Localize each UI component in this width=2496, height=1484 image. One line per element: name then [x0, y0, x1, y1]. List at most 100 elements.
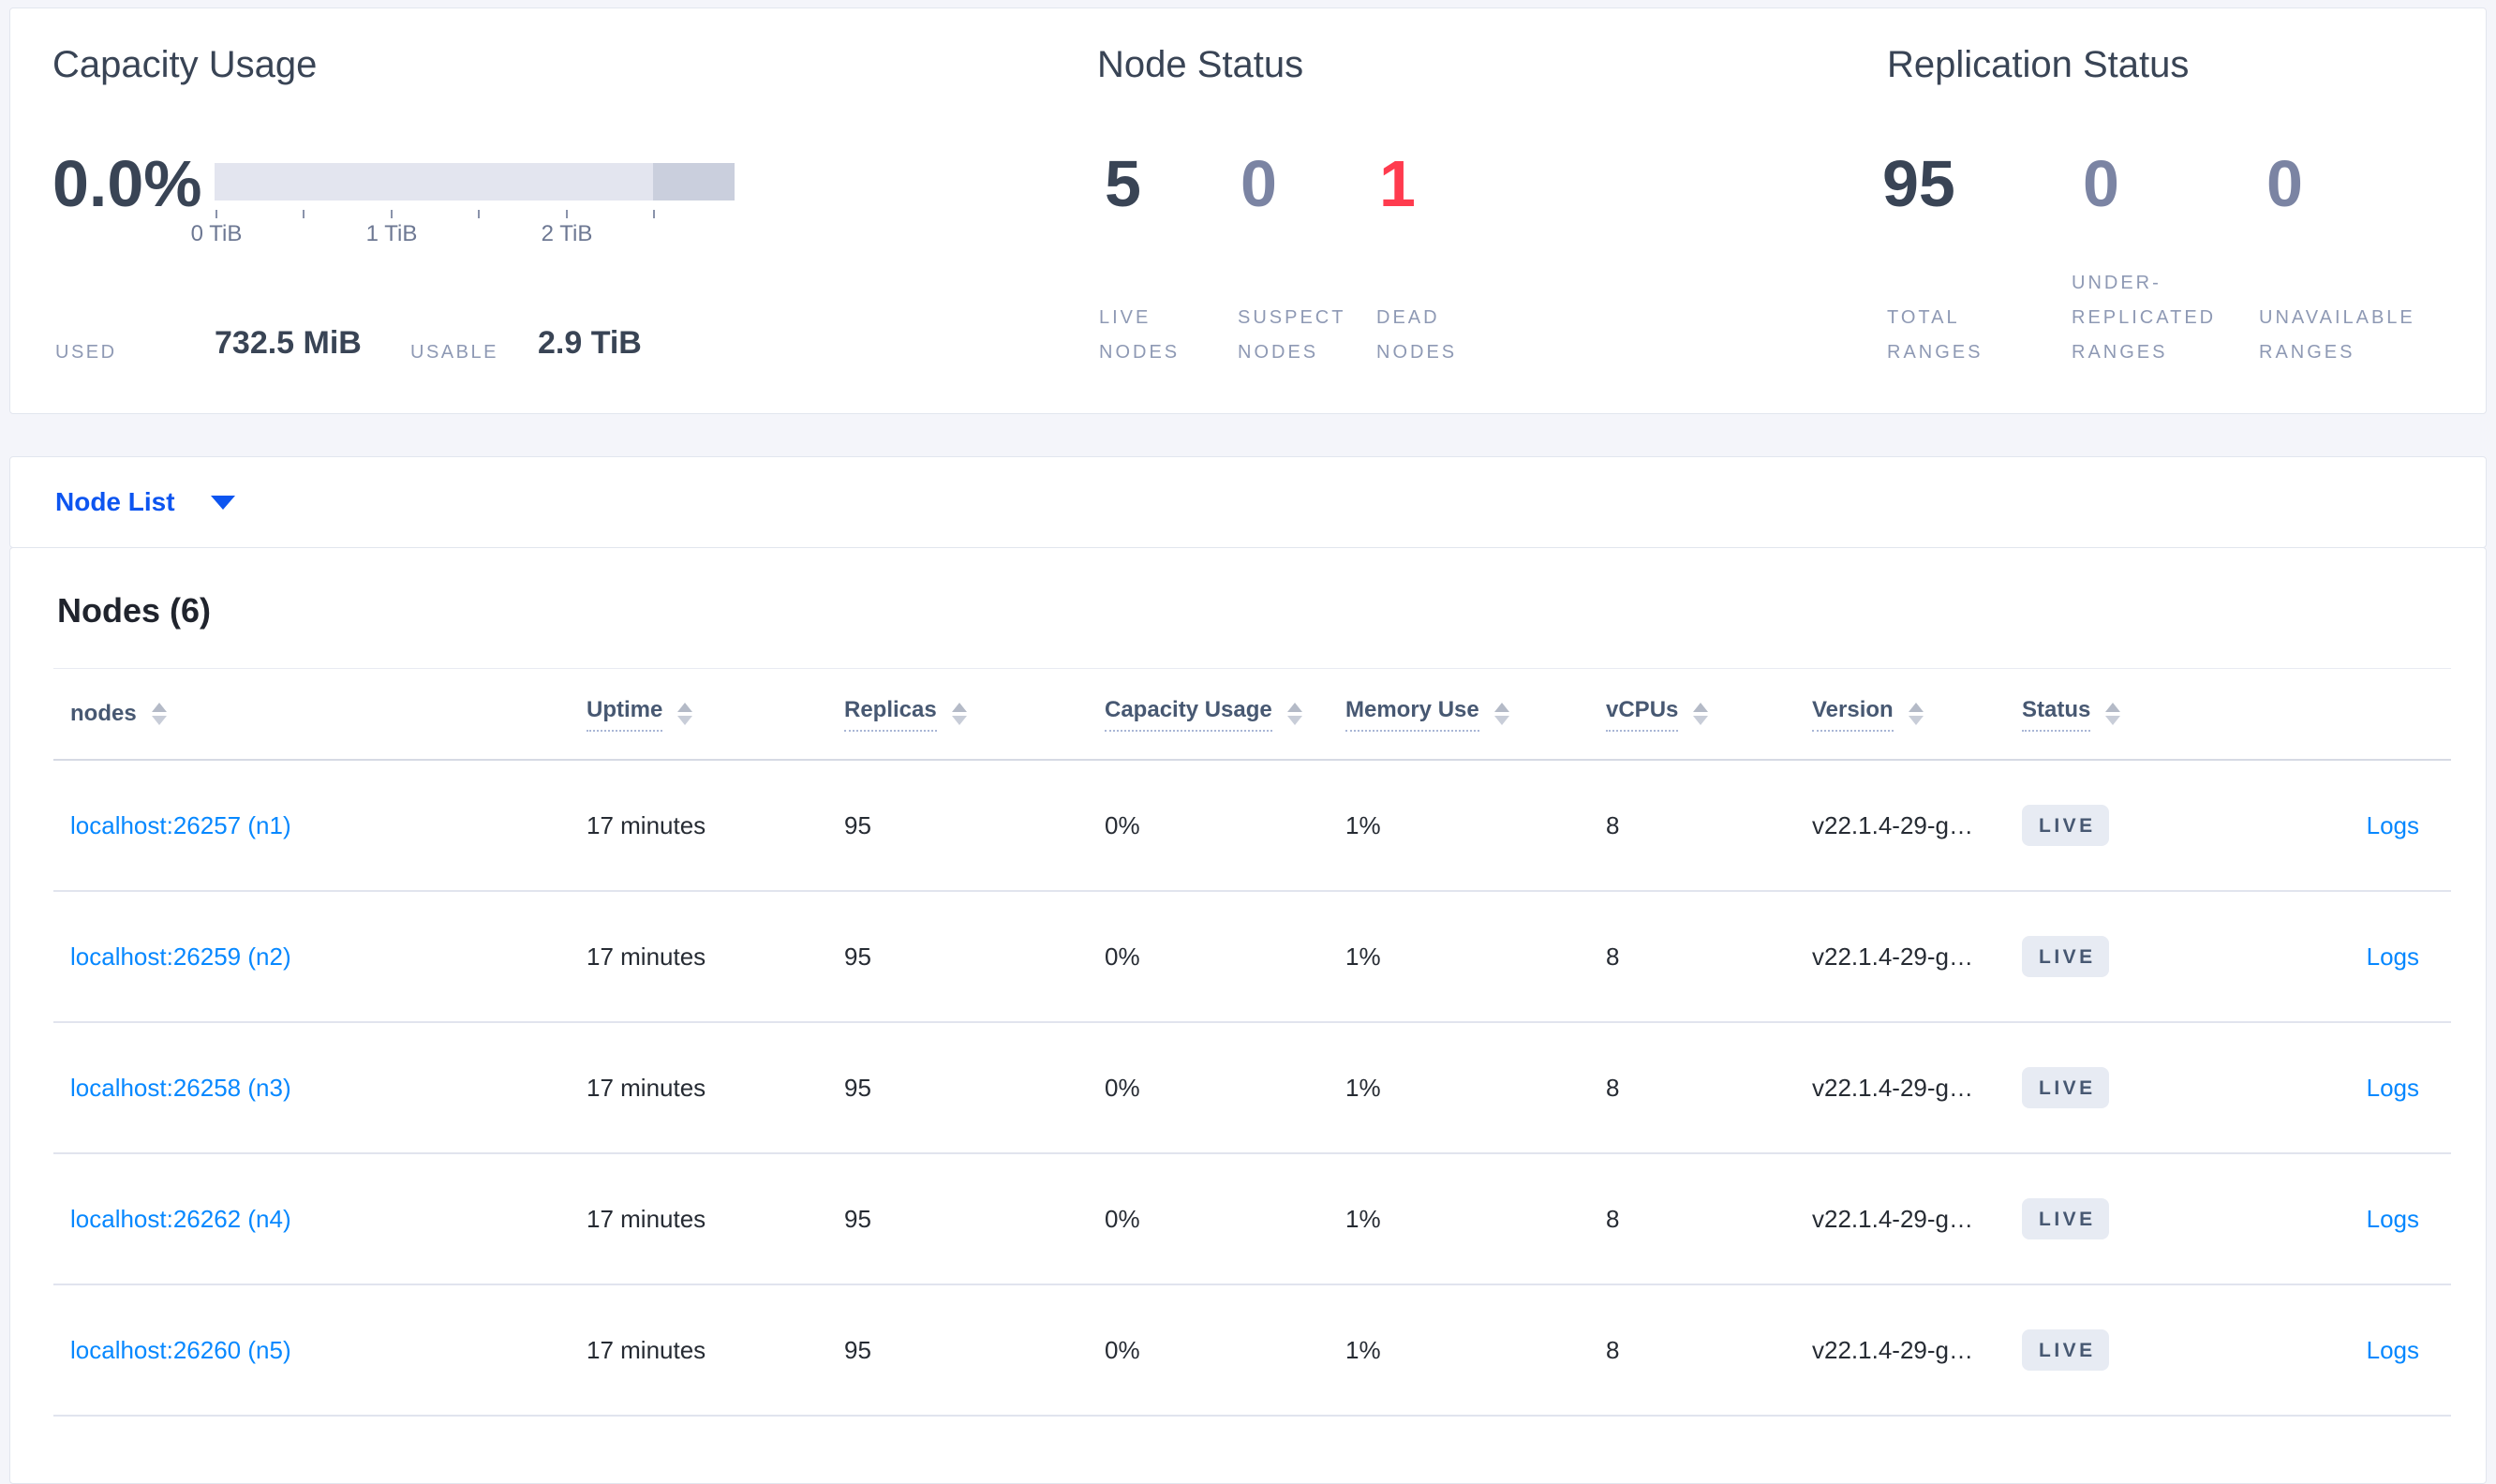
capacity-cell: 0% [1105, 810, 1140, 839]
table-row: localhost:26262 (n4) 17 minutes 95 0% 1%… [53, 1154, 2451, 1285]
uptime-cell: 17 minutes [587, 1204, 706, 1233]
unavailable-ranges-label: UNAVAILABLE RANGES [2259, 307, 2415, 363]
node-link[interactable]: localhost:26260 (n5) [70, 1336, 291, 1364]
memory-cell: 1% [1345, 1073, 1381, 1102]
sort-icon [1286, 703, 1302, 725]
nodes-table-card: Nodes (6) nodes Uptime Replicas Capacity… [9, 547, 2487, 1484]
version-cell: v22.1.4-29-g… [1812, 1204, 1973, 1233]
capacity-cell: 0% [1105, 1073, 1140, 1102]
table-row: localhost:26257 (n1) 17 minutes 95 0% 1%… [53, 761, 2451, 892]
uptime-cell: 17 minutes [587, 1073, 706, 1102]
used-value: 732.5 MiB [215, 325, 362, 361]
axis-tick [478, 210, 480, 218]
capacity-used-percent: 0.0% [52, 147, 202, 220]
node-status-section: Node Status 5 0 1 LIVE NODES SUSPECT NOD… [1097, 8, 1809, 413]
column-header-uptime[interactable]: Uptime [587, 697, 844, 732]
nodes-table-title: Nodes (6) [57, 591, 212, 630]
column-header-nodes[interactable]: nodes [53, 701, 587, 727]
replicas-cell: 95 [844, 1335, 871, 1364]
version-cell: v22.1.4-29-g… [1812, 942, 1973, 971]
version-cell: v22.1.4-29-g… [1812, 1335, 1973, 1364]
node-status-title: Node Status [1097, 44, 1304, 85]
memory-cell: 1% [1345, 942, 1381, 971]
replicas-cell: 95 [844, 1073, 871, 1102]
table-row: localhost:26258 (n3) 17 minutes 95 0% 1%… [53, 1023, 2451, 1154]
usable-label: USABLE [410, 342, 498, 363]
vcpus-cell: 8 [1606, 942, 1620, 971]
uptime-cell: 17 minutes [587, 810, 706, 839]
table-row: localhost:26259 (n2) 17 minutes 95 0% 1%… [53, 892, 2451, 1023]
logs-link[interactable]: Logs [2367, 1074, 2419, 1102]
replicas-cell: 95 [844, 1204, 871, 1233]
vcpus-cell: 8 [1606, 1204, 1620, 1233]
node-list-dropdown-label: Node List [55, 487, 175, 516]
sort-icon [2105, 703, 2121, 725]
column-header-version[interactable]: Version [1812, 697, 2022, 732]
memory-cell: 1% [1345, 1204, 1381, 1233]
memory-cell: 1% [1345, 810, 1381, 839]
status-badge: LIVE [2022, 805, 2109, 846]
capacity-cell: 0% [1105, 942, 1140, 971]
vcpus-cell: 8 [1606, 1335, 1620, 1364]
used-label: USED [55, 342, 117, 363]
axis-tick [215, 210, 217, 218]
memory-cell: 1% [1345, 1335, 1381, 1364]
cluster-summary-card: Capacity Usage 0.0% 0 TiB 1 TiB 2 TiB US… [9, 7, 2487, 414]
column-header-status[interactable]: Status [2022, 697, 2247, 732]
status-badge: LIVE [2022, 936, 2109, 977]
node-link[interactable]: localhost:26257 (n1) [70, 811, 291, 839]
table-row: localhost:26260 (n5) 17 minutes 95 0% 1%… [53, 1285, 2451, 1417]
replicas-cell: 95 [844, 942, 871, 971]
live-nodes-count: 5 [1105, 147, 1141, 220]
total-ranges-count: 95 [1882, 147, 1955, 220]
capacity-usage-title: Capacity Usage [52, 44, 318, 85]
column-header-capacity-usage[interactable]: Capacity Usage [1105, 697, 1345, 732]
axis-tick-label: 2 TiB [541, 221, 593, 246]
caret-down-icon [210, 495, 235, 510]
status-badge: LIVE [2022, 1198, 2109, 1239]
usable-value: 2.9 TiB [538, 325, 642, 361]
column-header-vcpus[interactable]: vCPUs [1606, 697, 1812, 732]
node-list-bar: Node List [9, 456, 2487, 548]
version-cell: v22.1.4-29-g… [1812, 810, 1973, 839]
replication-status-title: Replication Status [1887, 44, 2190, 85]
table-header-row: nodes Uptime Replicas Capacity Usage Mem… [53, 669, 2451, 761]
axis-tick [566, 210, 568, 218]
suspect-nodes-count: 0 [1241, 147, 1277, 220]
nodes-heading: Nodes (6) [53, 548, 2451, 669]
logs-link[interactable]: Logs [2367, 1336, 2419, 1364]
replication-status-section: Replication Status 95 0 0 TOTAL RANGES U… [1878, 8, 2487, 413]
node-link[interactable]: localhost:26262 (n4) [70, 1205, 291, 1233]
version-cell: v22.1.4-29-g… [1812, 1073, 1973, 1102]
capacity-usage-section: Capacity Usage 0.0% 0 TiB 1 TiB 2 TiB US… [52, 8, 1064, 413]
sort-icon [1493, 703, 1509, 725]
sort-icon [1908, 703, 1924, 725]
sort-icon [1693, 703, 1709, 725]
node-link[interactable]: localhost:26259 (n2) [70, 942, 291, 971]
column-header-replicas[interactable]: Replicas [844, 697, 1105, 732]
unavailable-ranges-count: 0 [2266, 147, 2303, 220]
under-replicated-ranges-label: UNDER-REPLICATED RANGES [2072, 273, 2217, 363]
logs-link[interactable]: Logs [2367, 942, 2419, 971]
under-replicated-ranges-count: 0 [2083, 147, 2119, 220]
axis-tick-label: 0 TiB [190, 221, 243, 246]
sort-icon [951, 703, 967, 725]
dead-nodes-label: DEAD NODES [1376, 307, 1458, 363]
axis-tick [653, 210, 655, 218]
axis-tick [303, 210, 305, 218]
capacity-cell: 0% [1105, 1204, 1140, 1233]
column-header-memory-use[interactable]: Memory Use [1345, 697, 1606, 732]
logs-link[interactable]: Logs [2367, 1205, 2419, 1233]
node-link[interactable]: localhost:26258 (n3) [70, 1074, 291, 1102]
sort-icon [677, 703, 693, 725]
capacity-bar-dark-segment [653, 163, 735, 200]
replicas-cell: 95 [844, 810, 871, 839]
status-badge: LIVE [2022, 1329, 2109, 1371]
sort-icon [151, 703, 167, 725]
axis-tick-label: 1 TiB [365, 221, 418, 246]
total-ranges-label: TOTAL RANGES [1887, 307, 1983, 363]
logs-link[interactable]: Logs [2367, 811, 2419, 839]
capacity-cell: 0% [1105, 1335, 1140, 1364]
node-list-dropdown[interactable]: Node List [55, 457, 235, 547]
suspect-nodes-label: SUSPECT NODES [1238, 307, 1346, 363]
